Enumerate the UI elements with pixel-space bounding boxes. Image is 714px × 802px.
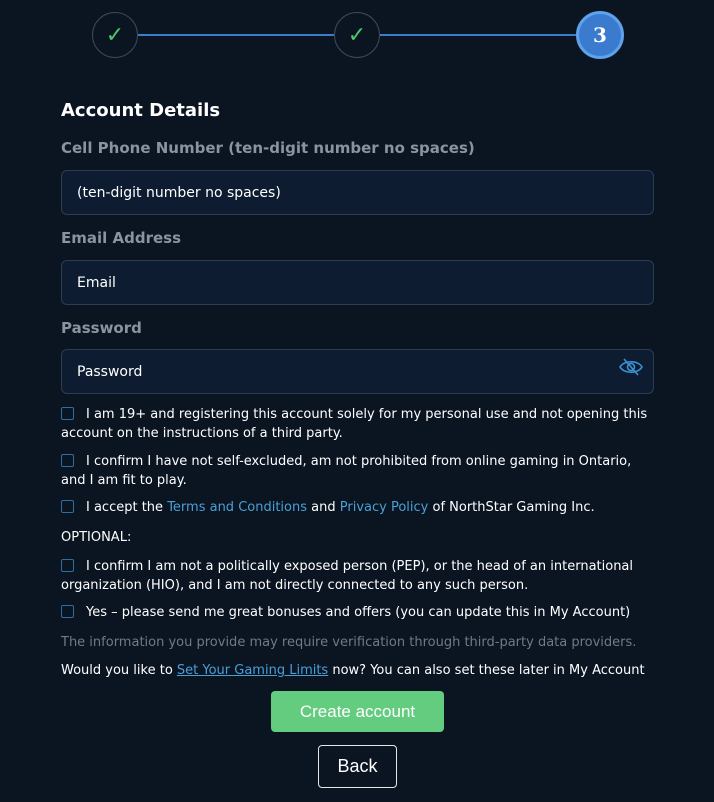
step-3: 3 bbox=[576, 11, 624, 59]
age-confirmation-checkbox-row[interactable]: I am 19+ and registering this account so… bbox=[61, 405, 654, 443]
check-icon: ✓ bbox=[347, 22, 367, 48]
phone-label: Cell Phone Number (ten-digit number no s… bbox=[61, 139, 475, 157]
phone-input[interactable]: (ten-digit number no spaces) bbox=[61, 170, 654, 215]
checkbox-label: I confirm I have not self-excluded, am n… bbox=[61, 454, 632, 488]
check-icon: ✓ bbox=[105, 22, 125, 48]
step-connector bbox=[138, 34, 334, 36]
checkbox[interactable] bbox=[61, 407, 74, 420]
create-account-button[interactable]: Create account bbox=[271, 691, 444, 732]
step-2: ✓ bbox=[334, 12, 380, 58]
checkbox-label: Yes – please send me great bonuses and o… bbox=[86, 605, 631, 620]
self-exclusion-checkbox-row[interactable]: I confirm I have not self-excluded, am n… bbox=[61, 452, 654, 490]
checkbox-label: I confirm I am not a politically exposed… bbox=[61, 559, 634, 593]
set-gaming-limits-link[interactable]: Set Your Gaming Limits bbox=[177, 663, 328, 678]
password-placeholder: Password bbox=[77, 363, 143, 380]
marketing-checkbox-row[interactable]: Yes – please send me great bonuses and o… bbox=[61, 603, 654, 622]
verification-note: The information you provide may require … bbox=[61, 635, 637, 650]
step-connector bbox=[380, 34, 578, 36]
form-title: Account Details bbox=[61, 100, 221, 121]
privacy-policy-link[interactable]: Privacy Policy bbox=[340, 500, 429, 515]
email-input[interactable]: Email bbox=[61, 260, 654, 305]
checkbox-label: I am 19+ and registering this account so… bbox=[61, 407, 648, 441]
checkbox[interactable] bbox=[61, 500, 74, 513]
checkbox[interactable] bbox=[61, 605, 74, 618]
back-button[interactable]: Back bbox=[318, 745, 397, 788]
password-label: Password bbox=[61, 319, 142, 337]
pep-checkbox-row[interactable]: I confirm I am not a politically exposed… bbox=[61, 557, 654, 595]
checkbox-label-suffix: of NorthStar Gaming Inc. bbox=[428, 500, 595, 515]
gaming-limits-text: Would you like to Set Your Gaming Limits… bbox=[61, 663, 645, 678]
checkbox-label-middle: and bbox=[307, 500, 340, 515]
email-label: Email Address bbox=[61, 229, 182, 247]
checkbox[interactable] bbox=[61, 559, 74, 572]
step-number: 3 bbox=[593, 23, 607, 47]
optional-label: OPTIONAL: bbox=[61, 530, 132, 545]
email-placeholder: Email bbox=[77, 274, 116, 291]
terms-link[interactable]: Terms and Conditions bbox=[167, 500, 307, 515]
limits-prefix: Would you like to bbox=[61, 663, 177, 678]
eye-slash-icon[interactable] bbox=[619, 358, 643, 380]
phone-placeholder: (ten-digit number no spaces) bbox=[77, 184, 281, 201]
checkbox-label-prefix: I accept the bbox=[86, 500, 168, 515]
progress-stepper: ✓ ✓ 3 bbox=[92, 11, 624, 60]
terms-checkbox-row[interactable]: I accept the Terms and Conditions and Pr… bbox=[61, 498, 654, 517]
limits-suffix: now? You can also set these later in My … bbox=[328, 663, 645, 678]
checkbox[interactable] bbox=[61, 454, 74, 467]
step-1: ✓ bbox=[92, 12, 138, 58]
password-input[interactable]: Password bbox=[61, 349, 654, 394]
account-details-form: Account Details bbox=[61, 98, 654, 124]
